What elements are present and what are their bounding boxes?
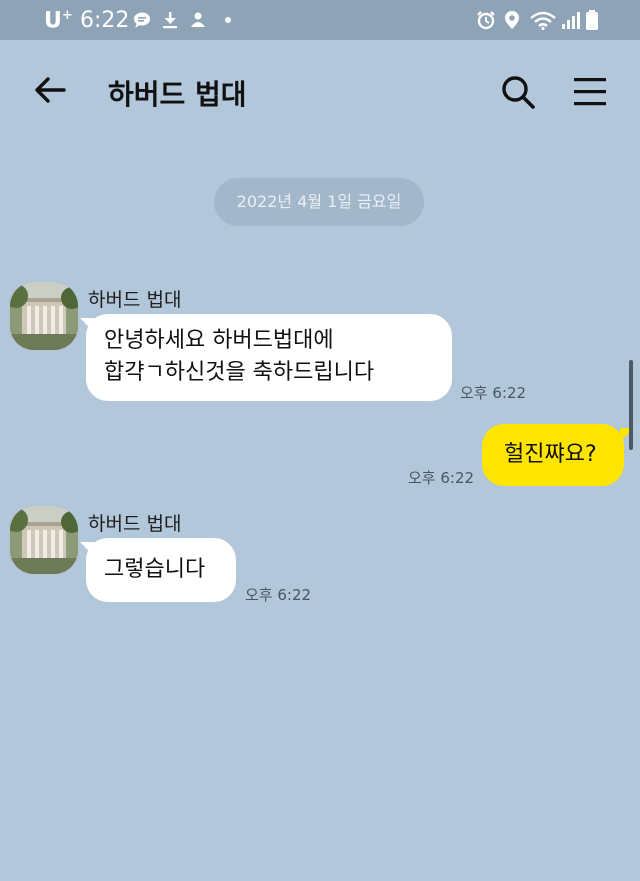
avatar[interactable] [10,282,78,350]
chat-bubble-icon [134,12,150,28]
message-bubble[interactable]: 그렇습니다 [86,538,236,602]
message-bubble[interactable]: 안녕하세요 하버드법대에 합갹ㄱ하신것을 축하드립니다 [86,314,452,401]
message-text: 그렇습니다 [104,557,206,582]
message-text: 헐진쨔요? [504,442,597,467]
battery-icon [586,10,598,30]
sender-name: 하버드 법대 [88,289,182,311]
message-time: 오후 6:22 [245,586,312,604]
chat-scrollbar[interactable] [629,360,633,450]
wifi-icon [530,11,556,30]
chat-title: 하버드 법대 [108,78,247,111]
message-line: 안녕하세요 하버드법대에 [104,328,334,353]
chat-header: 하버드 법대 [0,40,640,140]
location-icon [505,11,519,29]
app-notification-icon [191,12,205,27]
status-bar: U+ 6:22 [0,0,640,40]
sender-name: 하버드 법대 [88,513,182,535]
hamburger-menu-icon[interactable] [570,74,610,110]
avatar-building-image [10,506,78,574]
message-time: 오후 6:22 [460,384,527,402]
carrier-label: U+ [44,8,73,34]
download-icon [163,12,177,29]
avatar-building-image [10,282,78,350]
more-notifications-dot-icon [225,17,231,23]
message-time: 오후 6:22 [408,469,475,487]
status-time: 6:22 [80,8,130,33]
date-divider: 2022년 4월 1일 금요일 [214,178,424,226]
arrow-left-icon[interactable] [30,70,70,110]
search-icon[interactable] [498,72,538,112]
my-message-bubble[interactable]: 헐진쨔요? [482,424,624,486]
avatar[interactable] [10,506,78,574]
signal-icon [562,12,580,29]
message-line: 합갹ㄱ하신것을 축하드립니다 [104,360,375,385]
alarm-icon [477,11,495,30]
